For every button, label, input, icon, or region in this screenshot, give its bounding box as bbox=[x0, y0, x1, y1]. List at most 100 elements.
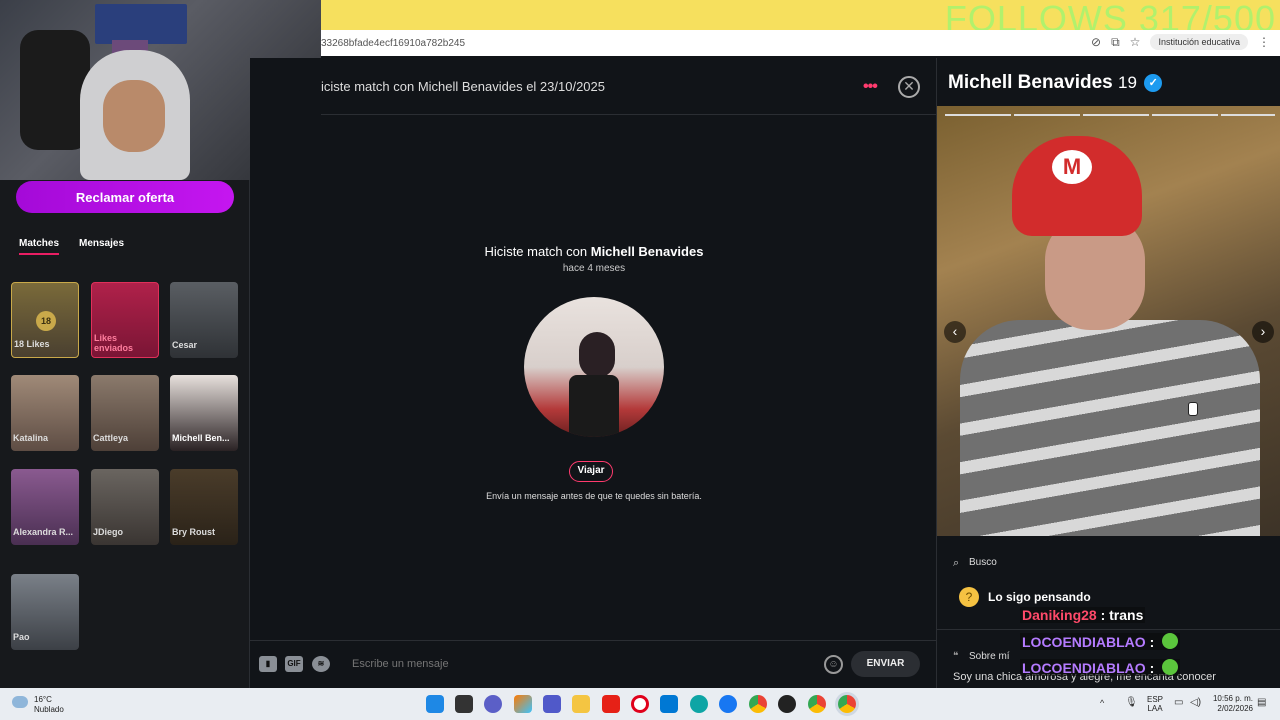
clock-date: 2/02/2026 bbox=[1217, 704, 1253, 713]
clock[interactable]: 10:56 p. m. 2/02/2026 bbox=[1208, 694, 1253, 714]
match-card[interactable]: Alexandra R... bbox=[11, 469, 79, 545]
menu-icon[interactable]: ⋮ bbox=[1258, 35, 1270, 49]
store-icon[interactable] bbox=[660, 695, 678, 713]
star-icon[interactable]: ☆ bbox=[1130, 35, 1141, 49]
notifications-icon[interactable]: ▤ bbox=[1257, 697, 1266, 708]
chrome-icon[interactable] bbox=[749, 695, 767, 713]
verified-icon: ✓ bbox=[1144, 74, 1163, 92]
cloud-icon[interactable] bbox=[12, 696, 28, 708]
opera-icon[interactable] bbox=[631, 695, 649, 713]
copilot-icon[interactable] bbox=[514, 695, 532, 713]
folder-icon[interactable] bbox=[572, 695, 590, 713]
search-icon: ⌕ bbox=[953, 557, 960, 569]
match-time: hace 4 meses bbox=[562, 263, 626, 274]
attachment-icon[interactable]: ▮ bbox=[259, 656, 277, 672]
stream-chat-message: LOCOENDIABLAO : bbox=[1020, 633, 1181, 650]
streamer-face bbox=[103, 80, 165, 152]
match-card[interactable]: Bry Roust bbox=[170, 469, 238, 545]
card-label: Pao bbox=[13, 632, 30, 642]
windows-start-icon[interactable] bbox=[426, 695, 444, 713]
match-title: Hiciste match con Michell Benavides bbox=[440, 244, 748, 259]
more-options-icon[interactable]: ••• bbox=[863, 78, 878, 96]
emote-icon bbox=[1162, 633, 1179, 649]
card-label: Bry Roust bbox=[172, 527, 216, 537]
microphone-icon[interactable]: 🎙 bbox=[1125, 697, 1138, 708]
match-card[interactable]: Cattleya bbox=[91, 375, 159, 451]
chat-app-icon[interactable] bbox=[484, 695, 502, 713]
looking-for-value: Lo sigo pensando bbox=[988, 590, 1091, 604]
match-card[interactable]: Cesar bbox=[170, 282, 238, 358]
weather-widget[interactable]: 16°C Nublado bbox=[34, 695, 64, 715]
gif-button[interactable]: GIF bbox=[285, 656, 303, 672]
profile-chip[interactable]: Institución educativa bbox=[1150, 34, 1248, 50]
photo-progress-segment bbox=[1221, 114, 1275, 116]
match-prefix: Hiciste match con bbox=[484, 244, 591, 259]
card-label: Katalina bbox=[13, 433, 49, 443]
chat-username: LOCOENDIABLAO bbox=[1022, 660, 1146, 676]
wall-poster bbox=[95, 4, 187, 44]
weather-desc: Nublado bbox=[34, 705, 64, 714]
match-avatar[interactable] bbox=[524, 297, 664, 437]
weather-temp: 16°C bbox=[34, 695, 52, 704]
youtube-icon[interactable] bbox=[602, 695, 620, 713]
close-icon[interactable]: ✕ bbox=[898, 76, 920, 98]
obs-icon[interactable] bbox=[778, 695, 796, 713]
volume-icon[interactable]: ◁) bbox=[1190, 697, 1201, 708]
network-icon[interactable]: ▭ bbox=[1174, 697, 1183, 708]
chat-header: iciste match con Michell Benavides el 23… bbox=[321, 58, 936, 115]
chevron-left-icon[interactable]: ‹ bbox=[944, 321, 966, 343]
chrome-icon[interactable] bbox=[808, 695, 826, 713]
emoji-icon[interactable]: ☺ bbox=[824, 655, 843, 674]
facebook-icon[interactable] bbox=[719, 695, 737, 713]
thinking-emoji-icon: ? bbox=[959, 587, 979, 607]
stream-top-bar: FOLLOWS 317/500 bbox=[321, 0, 1280, 39]
edge-icon[interactable] bbox=[690, 695, 708, 713]
about-label: Sobre mí bbox=[969, 651, 1010, 662]
task-view-icon[interactable] bbox=[455, 695, 473, 713]
chat-username: Daniking28 bbox=[1022, 607, 1097, 623]
chrome-active-icon[interactable] bbox=[838, 695, 856, 713]
profile-name-text: Michell Benavides bbox=[948, 72, 1113, 93]
url-text[interactable]: 33268bfade4ecf16910a782b245 bbox=[321, 38, 465, 49]
photo-progress-segment bbox=[1014, 114, 1080, 116]
address-bar[interactable]: 33268bfade4ecf16910a782b245 ⊘ ⧉ ☆ Instit… bbox=[321, 30, 1280, 56]
avatar-hair bbox=[579, 332, 615, 378]
match-card[interactable]: Pao bbox=[11, 574, 79, 650]
likes-card[interactable]: 18 18 Likes bbox=[11, 282, 79, 358]
card-label: Likes enviados bbox=[94, 333, 134, 353]
likes-count-badge: 18 bbox=[36, 311, 56, 331]
match-card[interactable]: Katalina bbox=[11, 375, 79, 451]
spotify-icon[interactable]: ≋ bbox=[312, 656, 330, 672]
mouse-cursor bbox=[1188, 402, 1198, 416]
divider bbox=[937, 629, 1280, 630]
tab-matches[interactable]: Matches bbox=[19, 238, 60, 255]
install-icon[interactable]: ⧉ bbox=[1111, 35, 1120, 50]
travel-button[interactable]: Viajar bbox=[569, 461, 613, 482]
looking-for-label: Busco bbox=[969, 557, 997, 568]
chevron-right-icon[interactable]: › bbox=[1252, 321, 1274, 343]
language-indicator[interactable]: ESP LAA bbox=[1147, 695, 1163, 713]
message-input[interactable] bbox=[352, 658, 792, 670]
card-label: JDiego bbox=[93, 527, 124, 537]
send-button[interactable]: ENVIAR bbox=[851, 651, 920, 677]
profile-name: Michell Benavides 19 ✓ bbox=[948, 72, 1163, 94]
card-label: Michell Ben... bbox=[172, 433, 230, 443]
screen: FOLLOWS 317/500 33268bfade4ecf16910a782b… bbox=[0, 0, 1280, 720]
chat-header-title: iciste match con Michell Benavides el 23… bbox=[321, 78, 605, 94]
match-card[interactable]: JDiego bbox=[91, 469, 159, 545]
chat-text: : bbox=[1149, 634, 1155, 650]
chat-text: : bbox=[1149, 660, 1155, 676]
eye-off-icon[interactable]: ⊘ bbox=[1091, 35, 1101, 49]
lang-primary: ESP bbox=[1147, 695, 1164, 704]
quote-icon: ❝ bbox=[953, 651, 959, 662]
photo-progress-segment bbox=[1083, 114, 1149, 116]
tray-chevron-icon[interactable]: ^ bbox=[1100, 698, 1104, 708]
card-label: 18 Likes bbox=[14, 339, 50, 349]
emote-icon bbox=[1162, 659, 1179, 675]
likes-sent-card[interactable]: Likes enviados bbox=[91, 282, 159, 358]
tab-messages[interactable]: Mensajes bbox=[79, 238, 124, 249]
match-card-selected[interactable]: Michell Ben... bbox=[170, 375, 238, 451]
teams-icon[interactable] bbox=[543, 695, 561, 713]
battery-hint: Envía un mensaje antes de que te quedes … bbox=[486, 491, 702, 501]
claim-offer-button[interactable]: Reclamar oferta bbox=[16, 181, 234, 213]
